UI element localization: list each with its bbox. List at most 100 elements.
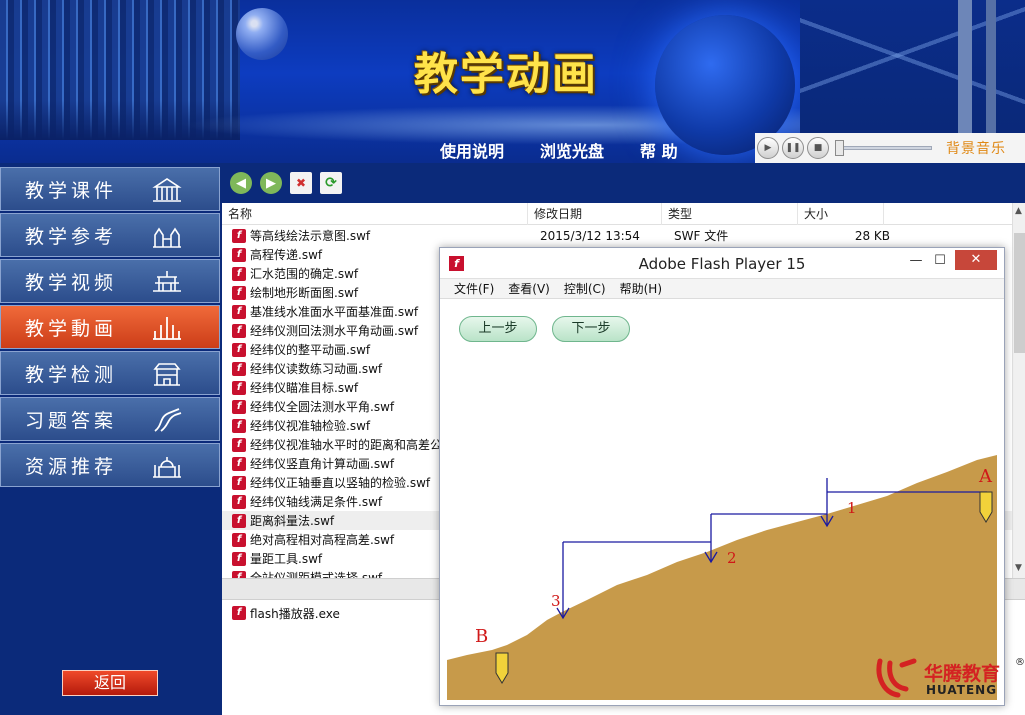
swf-file-icon: f — [232, 513, 246, 528]
file-date: 2015/3/12 13:54 — [540, 228, 640, 243]
arrow-left-icon: ◀ — [236, 175, 246, 191]
minimize-icon: — — [909, 253, 923, 268]
swf-file-icon: f — [232, 551, 246, 566]
sidebar-item-label: 教学参考 — [25, 225, 118, 248]
sidebar-item-courseware[interactable]: 教学课件 — [0, 167, 220, 211]
volume-slider[interactable] — [835, 140, 932, 156]
slider-knob[interactable] — [835, 140, 844, 156]
segment-1-label: 1 — [847, 499, 857, 517]
music-label: 背景音乐 — [946, 141, 1006, 157]
swf-file-icon: f — [232, 380, 246, 395]
slope-diagram: A B 1 2 3 — [447, 455, 997, 700]
registered-mark: ® — [1015, 657, 1025, 668]
minimize-button[interactable]: — — [906, 250, 926, 272]
swf-file-icon: f — [232, 570, 246, 578]
delete-icon: ✖ — [295, 176, 307, 190]
swf-file-icon: f — [232, 304, 246, 319]
window-titlebar[interactable]: f Adobe Flash Player 15 — ☐ ✕ — [440, 248, 1004, 278]
building-icon — [152, 178, 182, 202]
brand-english: HUATENG — [926, 683, 998, 697]
flash-menubar: 文件(F) 查看(V) 控制(C) 帮助(H) — [440, 278, 1004, 299]
sidebar-menu: 教学课件 教学参考 教学视频 教学動画 教学检测 习题答案 资源推荐 返回 — [0, 163, 222, 715]
sidebar-item-test[interactable]: 教学检测 — [0, 351, 220, 395]
column-name[interactable]: 名称 — [222, 203, 528, 225]
point-a-label: A — [978, 466, 993, 487]
bridge-pylon — [958, 0, 972, 135]
refresh-icon: ⟳ — [325, 175, 337, 191]
arrow-right-icon: ▶ — [266, 175, 276, 191]
maximize-icon: ☐ — [934, 253, 946, 268]
sidebar-item-reference[interactable]: 教学参考 — [0, 213, 220, 257]
forward-arrow-button[interactable]: ▶ — [260, 172, 282, 194]
page-title: 教学动画 — [414, 49, 598, 100]
swf-file-icon: f — [232, 323, 246, 338]
swf-file-icon: f — [232, 456, 246, 471]
brand-name: 华腾教育 — [924, 663, 1001, 685]
exe-file-icon: f — [232, 606, 246, 620]
sidebar-item-answers[interactable]: 习题答案 — [0, 397, 220, 441]
swf-file-icon: f — [232, 361, 246, 376]
swf-file-icon: f — [232, 399, 246, 414]
column-size[interactable]: 大小 — [798, 203, 884, 225]
swf-file-icon: f — [232, 475, 246, 490]
swf-file-icon: f — [232, 228, 246, 243]
sidebar-item-resources[interactable]: 资源推荐 — [0, 443, 220, 487]
swf-file-icon: f — [232, 342, 246, 357]
vertical-scrollbar[interactable]: ▲ ▼ — [1012, 203, 1025, 578]
maximize-button[interactable]: ☐ — [930, 250, 950, 272]
back-button[interactable]: 返回 — [62, 670, 158, 696]
segment-2-label: 2 — [727, 549, 737, 567]
back-arrow-button[interactable]: ◀ — [230, 172, 252, 194]
swf-file-icon: f — [232, 532, 246, 547]
music-player: ▶ ❚❚ ■ 背景音乐 — [755, 133, 1025, 163]
scroll-down-icon[interactable]: ▼ — [1015, 563, 1022, 573]
refresh-button[interactable]: ⟳ — [320, 172, 342, 194]
swf-file-icon: f — [232, 285, 246, 300]
scroll-thumb[interactable] — [1014, 233, 1025, 353]
sidebar-item-label: 资源推荐 — [25, 455, 118, 478]
column-header: 名称 修改日期 类型 大小 — [222, 203, 1012, 225]
road-icon — [154, 408, 182, 432]
kremlin-icon — [153, 317, 181, 340]
swf-file-icon: f — [232, 266, 246, 281]
flash-player-window: f Adobe Flash Player 15 — ☐ ✕ 文件(F) 查看(V… — [439, 247, 1005, 706]
bridge-pylon — [986, 0, 996, 135]
swf-file-icon: f — [232, 437, 246, 452]
menu-view[interactable]: 查看(V) — [508, 279, 550, 298]
column-spacer — [884, 203, 1012, 225]
scroll-up-icon[interactable]: ▲ — [1015, 206, 1022, 216]
swf-file-icon: f — [232, 494, 246, 509]
sidebar-item-video[interactable]: 教学视频 — [0, 259, 220, 303]
sidebar-item-label: 教学课件 — [25, 179, 118, 202]
pause-button[interactable]: ❚❚ — [782, 137, 804, 159]
temple-icon — [153, 271, 181, 292]
sidebar-item-label: 教学動画 — [25, 317, 118, 340]
column-type[interactable]: 类型 — [662, 203, 798, 225]
menu-help[interactable]: 帮助(H) — [620, 279, 662, 298]
sidebar-item-label: 教学检测 — [25, 363, 118, 386]
stop-button[interactable]: ■ — [807, 137, 829, 159]
menu-control[interactable]: 控制(C) — [564, 279, 606, 298]
huateng-logo-icon — [876, 658, 917, 698]
list-item[interactable]: f 等高线绘法示意图.swf 2015/3/12 13:54 SWF 文件 28 KB — [222, 226, 1012, 245]
delete-button[interactable]: ✖ — [290, 172, 312, 194]
gate-icon — [153, 363, 181, 386]
file-type: SWF 文件 — [674, 229, 729, 243]
play-icon: ▶ — [764, 142, 772, 153]
cathedral-icon — [153, 227, 181, 248]
point-b-label: B — [475, 626, 488, 647]
app-root: 教学动画 使用说明 浏览光盘 帮 助 ▶ ❚❚ ■ 背景音乐 教学课件 教学参考… — [0, 0, 1025, 715]
swf-file-icon: f — [232, 247, 246, 262]
column-date[interactable]: 修改日期 — [528, 203, 662, 225]
close-button[interactable]: ✕ — [955, 250, 997, 270]
sidebar-item-animation[interactable]: 教学動画 — [0, 305, 220, 349]
sidebar-item-label: 教学视频 — [25, 271, 118, 294]
file-name: 等高线绘法示意图.swf — [250, 229, 371, 243]
mosque-icon — [153, 457, 181, 478]
play-button[interactable]: ▶ — [757, 137, 779, 159]
pause-icon: ❚❚ — [785, 142, 801, 153]
sidebar-item-label: 习题答案 — [25, 409, 118, 432]
menu-file[interactable]: 文件(F) — [454, 279, 494, 298]
segment-3-label: 3 — [551, 592, 561, 610]
file-size: 28 KB — [854, 228, 890, 243]
